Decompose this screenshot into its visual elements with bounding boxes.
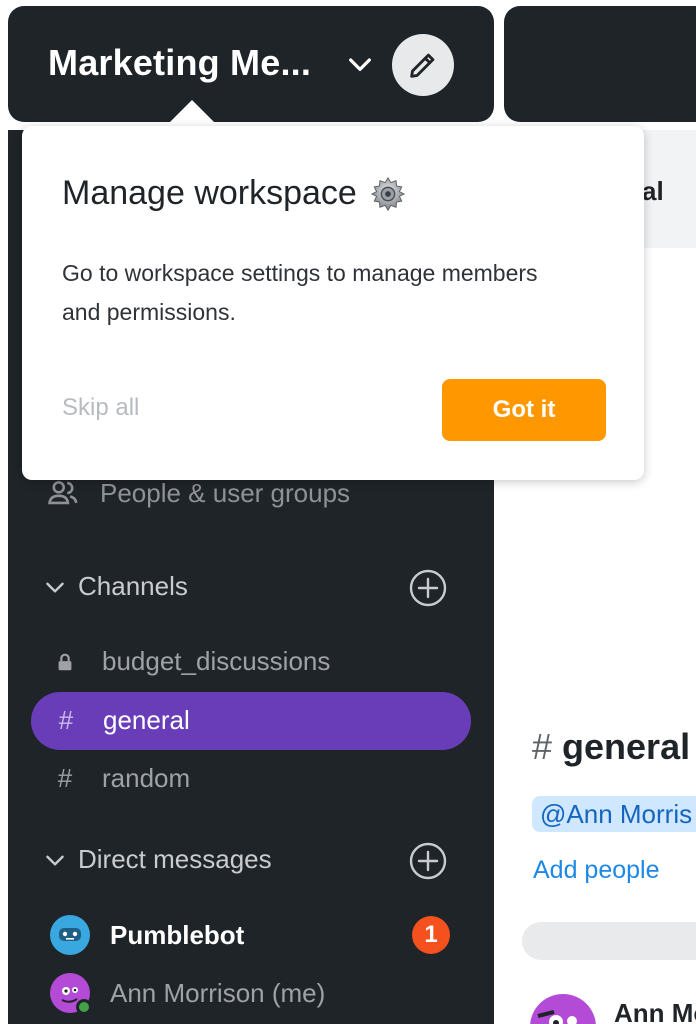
skip-all-button[interactable]: Skip all xyxy=(62,394,139,422)
channel-title-text: general xyxy=(562,726,691,767)
chevron-down-icon[interactable] xyxy=(344,48,376,80)
date-divider xyxy=(522,922,696,960)
got-it-button[interactable]: Got it xyxy=(442,379,606,441)
hash-icon: # xyxy=(532,726,553,767)
direct-messages-section-toggle[interactable]: Direct messages xyxy=(42,844,272,875)
popover-body: Go to workspace settings to manage membe… xyxy=(62,260,538,325)
ann-morrison-avatar xyxy=(50,973,92,1015)
popover-arrow xyxy=(164,100,220,128)
dm-pumblebot[interactable]: Pumblebot xyxy=(50,915,244,955)
gear-icon xyxy=(370,176,406,211)
manage-workspace-popover: Manage workspace Go to workspace setting… xyxy=(22,126,644,480)
people-user-groups-link[interactable]: People & user groups xyxy=(46,476,350,510)
pencil-icon xyxy=(410,53,435,78)
popover-title-text: Manage workspace xyxy=(62,174,357,212)
channel-label: random xyxy=(102,763,191,793)
mention-chip[interactable]: @Ann Morris xyxy=(532,796,696,832)
channel-title: # general xyxy=(532,726,690,768)
dm-label: Pumblebot xyxy=(110,919,245,950)
dm-label: Ann Morrison (me) xyxy=(110,977,326,1008)
chevron-down-icon xyxy=(46,855,64,866)
mention-text: @Ann Morris xyxy=(540,798,693,829)
channel-random[interactable]: # random xyxy=(54,763,190,794)
lock-icon xyxy=(58,653,72,670)
edit-workspace-button[interactable] xyxy=(392,34,454,96)
dm-ann-morrison[interactable]: Ann Morrison (me) xyxy=(50,973,326,1015)
message-author[interactable]: Ann Mo xyxy=(614,998,696,1024)
top-bar-right xyxy=(504,6,696,122)
channels-section-toggle[interactable]: Channels xyxy=(42,571,188,602)
channel-label: budget_discussions xyxy=(102,646,331,676)
popover-title: Manage workspace xyxy=(62,174,407,213)
chevron-down-icon xyxy=(46,582,64,593)
direct-messages-header: Direct messages xyxy=(78,844,272,874)
add-channel-icon[interactable] xyxy=(408,568,448,608)
face-icon xyxy=(537,1010,577,1024)
workspace-header[interactable]: Marketing Me... xyxy=(8,6,494,122)
online-status-dot xyxy=(76,999,92,1015)
channels-header: Channels xyxy=(78,571,188,601)
hash-icon: # xyxy=(57,763,73,793)
add-direct-message-icon[interactable] xyxy=(408,841,448,881)
channel-label: general xyxy=(103,705,190,735)
people-icon xyxy=(48,481,78,505)
hash-icon: # xyxy=(58,705,74,735)
add-people-link[interactable]: Add people xyxy=(533,856,660,885)
message-avatar[interactable] xyxy=(530,994,596,1024)
unread-badge: 1 xyxy=(412,916,450,954)
robot-icon xyxy=(59,928,81,941)
people-label: People & user groups xyxy=(100,477,351,508)
channel-general[interactable]: # general xyxy=(31,692,471,750)
workspace-name[interactable]: Marketing Me... xyxy=(48,42,311,84)
channel-header-text: al xyxy=(642,176,664,206)
pumblebot-avatar xyxy=(50,915,90,955)
channel-budget-discussions[interactable]: budget_discussions xyxy=(54,646,330,677)
